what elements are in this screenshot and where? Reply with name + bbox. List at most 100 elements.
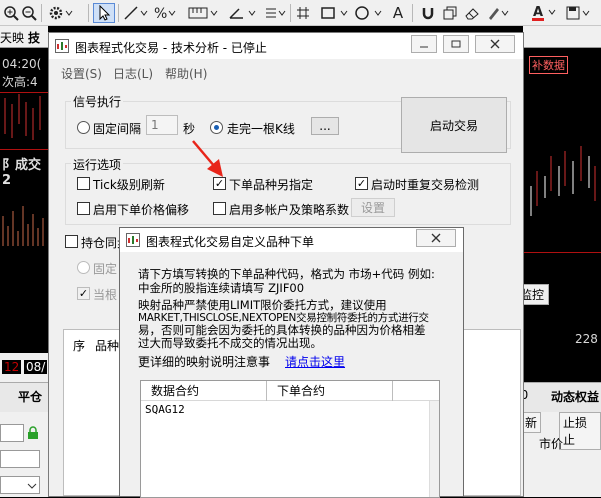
red-arrow-annotation [192, 140, 223, 177]
svg-text:A: A [533, 5, 543, 20]
stop-loss-button[interactable]: 止损止 [559, 412, 601, 450]
fixed-interval-label: 固定间隔 [93, 122, 142, 136]
app-chart-icon [126, 233, 140, 247]
text-tool-icon[interactable]: A [388, 3, 408, 23]
fixed-interval-radio[interactable] [77, 121, 90, 134]
background-tab-2[interactable]: 技 [28, 29, 40, 46]
col-variety-header[interactable]: 品种 [95, 337, 119, 354]
background-chart-right: 补数据 监控 库量 228 00 动态权益 新 止损止 市价 [465, 26, 601, 497]
background-tab-1[interactable]: 天映 [0, 29, 24, 46]
multi-account-checkbox[interactable] [213, 202, 226, 215]
price-offset-label: 启用下单价格偏移 [93, 203, 190, 217]
angle-tool-icon[interactable] [226, 3, 260, 23]
background-flat-label[interactable]: 平仓 [18, 388, 42, 405]
mapping-table-header: 数据合约 下单合约 [141, 381, 439, 401]
sub-dialog-title: 图表程式化交易自定义品种下单 [146, 235, 315, 249]
table-row[interactable]: SQAG12 [141, 401, 429, 419]
background-deal-label: 阝成交 2 [2, 158, 42, 188]
order-variety-label: 下单品种另指定 [229, 178, 314, 192]
cursor-icon[interactable] [93, 3, 115, 23]
col-extra-header [393, 381, 429, 401]
copy-icon[interactable] [440, 3, 460, 23]
multi-account-settings-button[interactable]: 设置 [351, 198, 395, 217]
save-template-icon[interactable] [564, 3, 594, 23]
hold-sync-checkbox[interactable] [65, 235, 78, 248]
seconds-unit-label: 秒 [183, 122, 196, 136]
interval-input[interactable]: 1 [146, 115, 178, 135]
current-bar-checkbox[interactable]: ✓ [77, 287, 90, 300]
background-candles-right [530, 146, 596, 216]
tick-refresh-label: Tick级别刷新 [93, 178, 165, 192]
restart-check-checkbox[interactable]: ✓ [355, 177, 368, 190]
background-right-value: 228 [575, 332, 598, 346]
fixed-label-2: 固定 [93, 262, 118, 276]
magnet-icon[interactable] [418, 3, 438, 23]
restore-button[interactable] [443, 35, 469, 53]
col-index-header[interactable]: 序 [73, 337, 85, 354]
desc-line-2: 中金所的股指连续请填写 ZJIF00 [138, 281, 305, 295]
lock-icon[interactable] [26, 426, 40, 440]
start-trading-button[interactable]: 启动交易 [401, 97, 507, 153]
percent-tool-icon[interactable]: % [152, 3, 180, 23]
resupply-data-badge[interactable]: 补数据 [529, 56, 568, 74]
background-input[interactable] [0, 424, 24, 442]
minimize-button[interactable] [411, 35, 437, 53]
zoom-out-icon[interactable] [20, 3, 38, 23]
dialog-title: 图表程式化交易 - 技术分析 - 已停止 [75, 41, 267, 55]
current-bar-label: 当根 [93, 288, 118, 302]
desc-line-6: 过大而导致委托不成交的情况出现。 [138, 336, 322, 350]
eraser-icon[interactable] [462, 3, 482, 23]
fixed-radio-2[interactable] [77, 261, 90, 274]
sub-close-button[interactable] [416, 229, 456, 247]
col-data-contract-header[interactable]: 数据合约 [141, 381, 267, 401]
click-here-link[interactable]: 请点击这里 [285, 353, 345, 370]
bar-close-radio[interactable] [210, 121, 223, 134]
menu-log[interactable]: 日志(L) [113, 65, 153, 82]
col-order-contract-header[interactable]: 下单合约 [267, 381, 393, 401]
zoom-in-icon[interactable] [2, 3, 20, 23]
gear-icon[interactable] [46, 3, 76, 23]
parallel-lines-icon[interactable] [262, 3, 288, 23]
market-price-label: 市价 [539, 437, 564, 451]
restart-check-label: 启动时重复交易检测 [371, 178, 480, 192]
background-time: 04:20( [2, 57, 42, 71]
pen-icon[interactable] [485, 3, 511, 23]
mapping-table: 数据合约 下单合约 SQAG12 [140, 380, 440, 498]
svg-text:%: % [154, 6, 167, 21]
tick-refresh-checkbox[interactable] [77, 177, 90, 190]
more-info-text: 更详细的映射说明注意事 [138, 355, 271, 369]
bar-close-label: 走完一根K线 [227, 122, 295, 136]
menu-bar: 设置(S) 日志(L) 帮助(H) [49, 61, 523, 83]
background-dropdown[interactable] [0, 476, 40, 494]
background-price-1: 12 [2, 360, 22, 374]
new-order-button[interactable]: 新 [521, 412, 542, 433]
data-contract-cell[interactable]: SQAG12 [145, 403, 185, 416]
dynamic-equity-label: 动态权益 [551, 390, 600, 404]
app-chart-icon [55, 39, 69, 53]
text-color-icon[interactable]: A [530, 3, 560, 23]
menu-help[interactable]: 帮助(H) [165, 65, 207, 82]
run-options-group-title: 运行选项 [71, 156, 124, 173]
background-volume-bars [2, 206, 44, 246]
table-scrollbar[interactable] [429, 401, 439, 497]
price-offset-checkbox[interactable] [77, 202, 90, 215]
background-select[interactable] [0, 450, 40, 468]
background-chart-left: 天映 技 04:20( 次高:4 阝成交 2 12 08/ 平仓 [0, 26, 48, 497]
custom-variety-dialog: 图表程式化交易自定义品种下单 请下方填写转换的下单品种代码，格式为 市场+代码 … [119, 227, 464, 498]
signal-group-title: 信号执行 [71, 93, 124, 110]
close-button[interactable] [475, 35, 515, 53]
more-options-button[interactable]: ... [311, 117, 339, 135]
ruler-tool-icon[interactable] [186, 3, 220, 23]
multi-account-label: 启用多帐户及策略系数 [229, 203, 350, 217]
rectangle-tool-icon[interactable] [318, 3, 352, 23]
background-price-2: 08/ [24, 360, 48, 374]
sub-dialog-title-bar[interactable]: 图表程式化交易自定义品种下单 [120, 228, 463, 252]
background-count: 次高:4 [2, 75, 38, 89]
dialog-title-bar[interactable]: 图表程式化交易 - 技术分析 - 已停止 [49, 33, 523, 59]
top-toolbar: % A A [0, 0, 601, 26]
circle-tool-icon[interactable] [352, 3, 386, 23]
background-candles-top [4, 94, 41, 140]
hash-grid-icon[interactable] [293, 3, 313, 23]
menu-settings[interactable]: 设置(S) [61, 65, 102, 82]
line-tool-icon[interactable] [122, 3, 150, 23]
